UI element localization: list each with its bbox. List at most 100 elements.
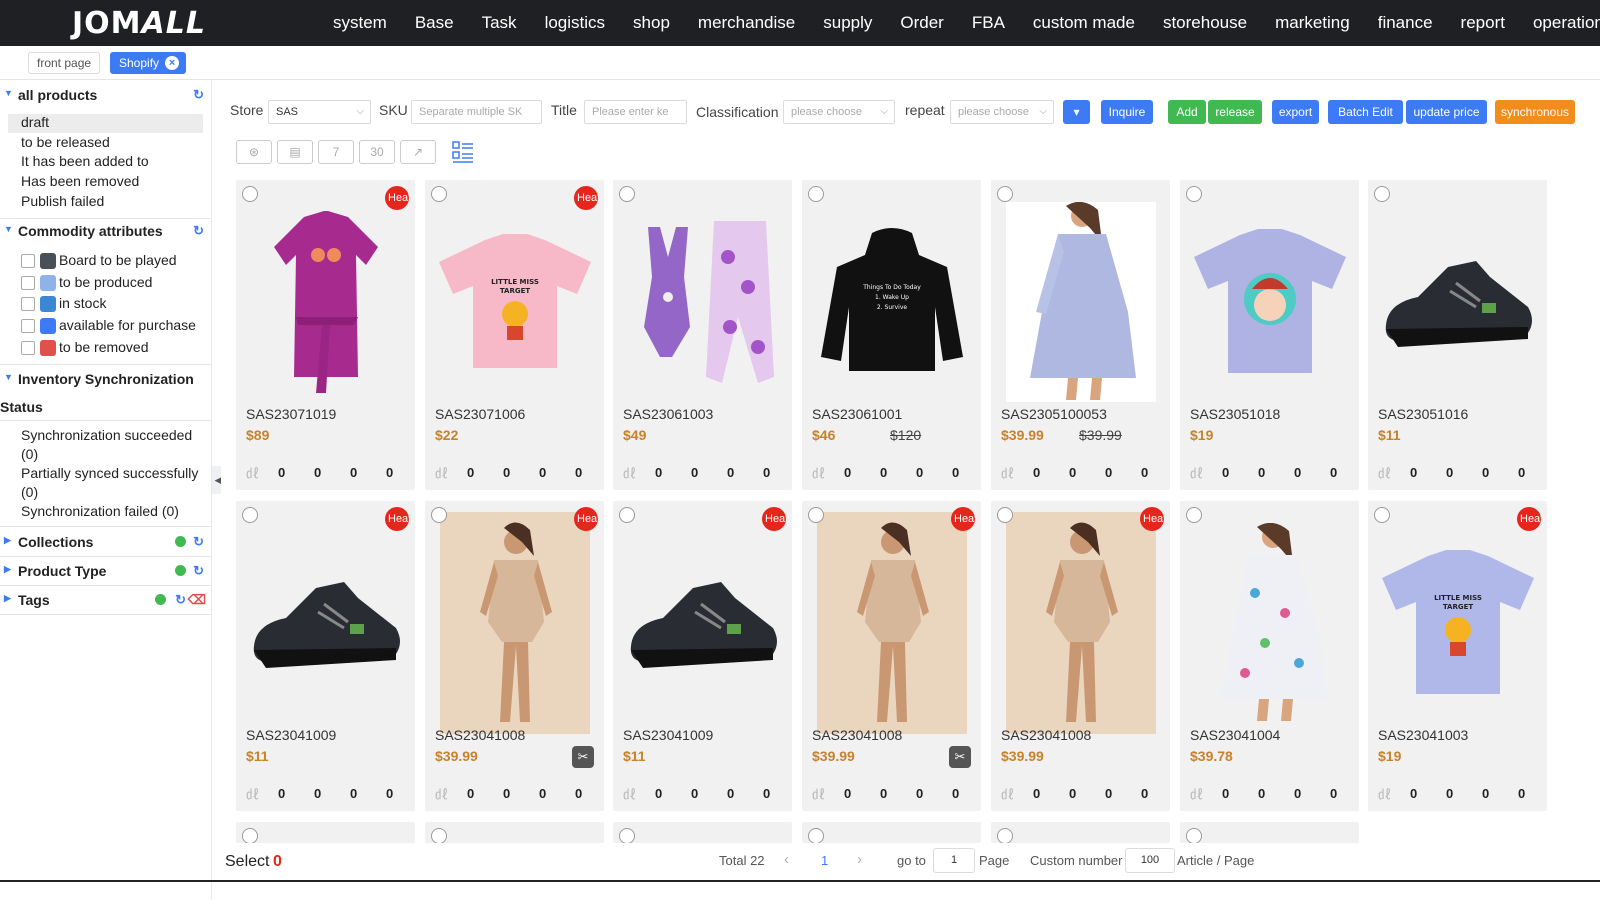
nav-item-task[interactable]: Task [482,13,517,33]
product-card[interactable] [613,822,792,843]
product-card[interactable]: SAS23051016 $11 ㎗ 0 0 0 0 [1368,180,1547,490]
product-image[interactable] [991,512,1170,734]
product-image[interactable] [236,202,415,402]
product-card[interactable] [802,822,981,843]
product-image[interactable] [613,523,792,723]
update-price-button[interactable]: update price [1406,100,1487,124]
currency-filter-icon[interactable]: ⊛ [236,140,272,164]
attribute-label[interactable]: to be removed [59,339,149,355]
calendar-7-icon[interactable]: 7 [318,140,354,164]
product-image[interactable] [991,202,1170,402]
product-card[interactable]: Things To Do Today 1. Wake Up 2. Survive SA… [802,180,981,490]
add-icon[interactable] [155,594,166,605]
nav-item-marketing[interactable]: marketing [1275,13,1350,33]
tags-header[interactable]: ▶ Tags ↻ ⌫ [0,592,212,608]
select-radio[interactable] [619,186,635,202]
product-card[interactable]: Heat SAS23041008 $39.99 ㎗ 0 0 0 0 [991,501,1170,811]
classification-select[interactable]: please choose ⌵ [783,100,895,124]
delete-icon[interactable]: ⌫ [188,592,206,608]
sync-status-item[interactable]: Synchronization failed (0) [21,503,179,519]
product-image[interactable] [1368,202,1547,402]
sync-status-item[interactable]: (0) [21,446,38,462]
product-card[interactable]: SAS2305100053 $39.99 $39.99 ㎗ 0 0 0 0 [991,180,1170,490]
select-radio[interactable] [242,186,258,202]
refresh-icon[interactable]: ↻ [193,534,204,550]
product-image[interactable] [236,523,415,723]
calendar-icon[interactable]: ▤ [277,140,313,164]
close-tab-icon[interactable]: × [165,56,180,70]
prev-page-icon[interactable]: ‹ [784,851,789,868]
list-view-icon[interactable] [452,140,474,164]
select-radio[interactable] [1186,828,1202,843]
product-image[interactable]: LITTLE MISS TARGET [425,202,604,402]
nav-item-order[interactable]: Order [900,13,943,33]
product-card[interactable]: Heat SAS23041008 $39.99 ✂ ㎗ 0 0 0 0 [425,501,604,811]
sync-status-item[interactable]: Synchronization succeeded [21,427,192,443]
product-card[interactable] [425,822,604,843]
product-image[interactable] [1180,523,1359,723]
nav-item-logistics[interactable]: logistics [545,13,605,33]
store-select[interactable]: SAS ⌵ [268,100,371,124]
refresh-icon[interactable]: ↻ [193,563,204,579]
calendar-30-icon[interactable]: 30 [359,140,395,164]
nav-item-system[interactable]: system [333,13,387,33]
product-card[interactable]: SAS23041004 $39.78 ㎗ 0 0 0 0 [1180,501,1359,811]
product-image[interactable]: LITTLE MISS TARGET [1368,523,1547,723]
dropdown-button[interactable]: ▾ [1063,100,1090,124]
nav-item-merchandise[interactable]: merchandise [698,13,795,33]
nav-item-shop[interactable]: shop [633,13,670,33]
release-button[interactable]: release [1208,100,1262,124]
product-image[interactable]: Things To Do Today 1. Wake Up 2. Survive [802,202,981,402]
attribute-checkbox[interactable] [21,297,35,312]
product-card[interactable]: Heat SAS23041009 $11 ㎗ 0 0 0 0 [236,501,415,811]
attribute-label[interactable]: available for purchase [59,317,196,333]
inventory-sync-header[interactable]: ▼ Inventory Synchronization [0,371,212,387]
nav-item-fba[interactable]: FBA [972,13,1005,33]
attribute-checkbox[interactable] [21,340,35,355]
product-image[interactable] [613,202,792,402]
nav-item-base[interactable]: Base [415,13,454,33]
product-card[interactable]: Heat SAS23041009 $11 ㎗ 0 0 0 0 [613,501,792,811]
collections-header[interactable]: ▶ Collections ↻ [0,534,212,550]
current-page[interactable]: 1 [821,853,828,868]
title-input[interactable]: Please enter ke [584,100,687,124]
scissors-icon[interactable]: ✂ [949,746,971,768]
sku-input[interactable]: Separate multiple SK [411,100,542,124]
product-card[interactable]: SAS23061003 $49 ㎗ 0 0 0 0 [613,180,792,490]
sync-status-item[interactable]: (0) [21,484,38,500]
attribute-label[interactable]: Board to be played [59,252,177,268]
product-state-publish-failed[interactable]: Publish failed [21,193,104,209]
commodity-attributes-header[interactable]: ▼ Commodity attributes ↻ [0,223,212,239]
select-radio[interactable] [431,507,447,523]
synchronous-button[interactable]: synchronous [1495,100,1575,124]
select-radio[interactable] [997,186,1013,202]
refresh-icon[interactable]: ↻ [193,87,204,103]
attribute-label[interactable]: to be produced [59,274,152,290]
repeat-select[interactable]: please choose ⌵ [950,100,1054,124]
attribute-label[interactable]: in stock [59,295,106,311]
product-image[interactable] [1180,202,1359,402]
chart-icon[interactable]: ↗ [400,140,436,164]
select-radio[interactable] [808,186,824,202]
select-radio[interactable] [808,507,824,523]
select-radio[interactable] [242,828,258,843]
product-state-draft[interactable]: draft [21,114,49,130]
inquire-button[interactable]: Inquire [1101,100,1153,124]
add-button[interactable]: Add [1168,100,1206,124]
select-radio[interactable] [1374,186,1390,202]
scissors-icon[interactable]: ✂ [572,746,594,768]
select-radio[interactable] [1186,186,1202,202]
select-radio[interactable] [1374,507,1390,523]
select-radio[interactable] [997,828,1013,843]
product-card[interactable]: SAS23051018 $19 ㎗ 0 0 0 0 [1180,180,1359,490]
nav-item-custom-made[interactable]: custom made [1033,13,1135,33]
select-radio[interactable] [1186,507,1202,523]
all-products-header[interactable]: ▼ all products ↻ [0,87,212,103]
attribute-checkbox[interactable] [21,275,35,290]
product-card[interactable]: LITTLE MISS TARGET Heat SAS23041003 $19 ㎗ 0 0 0 0 [1368,501,1547,811]
nav-item-finance[interactable]: finance [1378,13,1433,33]
nav-item-report[interactable]: report [1461,13,1505,33]
product-card[interactable]: LITTLE MISS TARGET Heat SAS23071006 $22 ㎗ 0 0 0 0 [425,180,604,490]
product-type-header[interactable]: ▶ Product Type ↻ [0,563,212,579]
product-card[interactable] [236,822,415,843]
